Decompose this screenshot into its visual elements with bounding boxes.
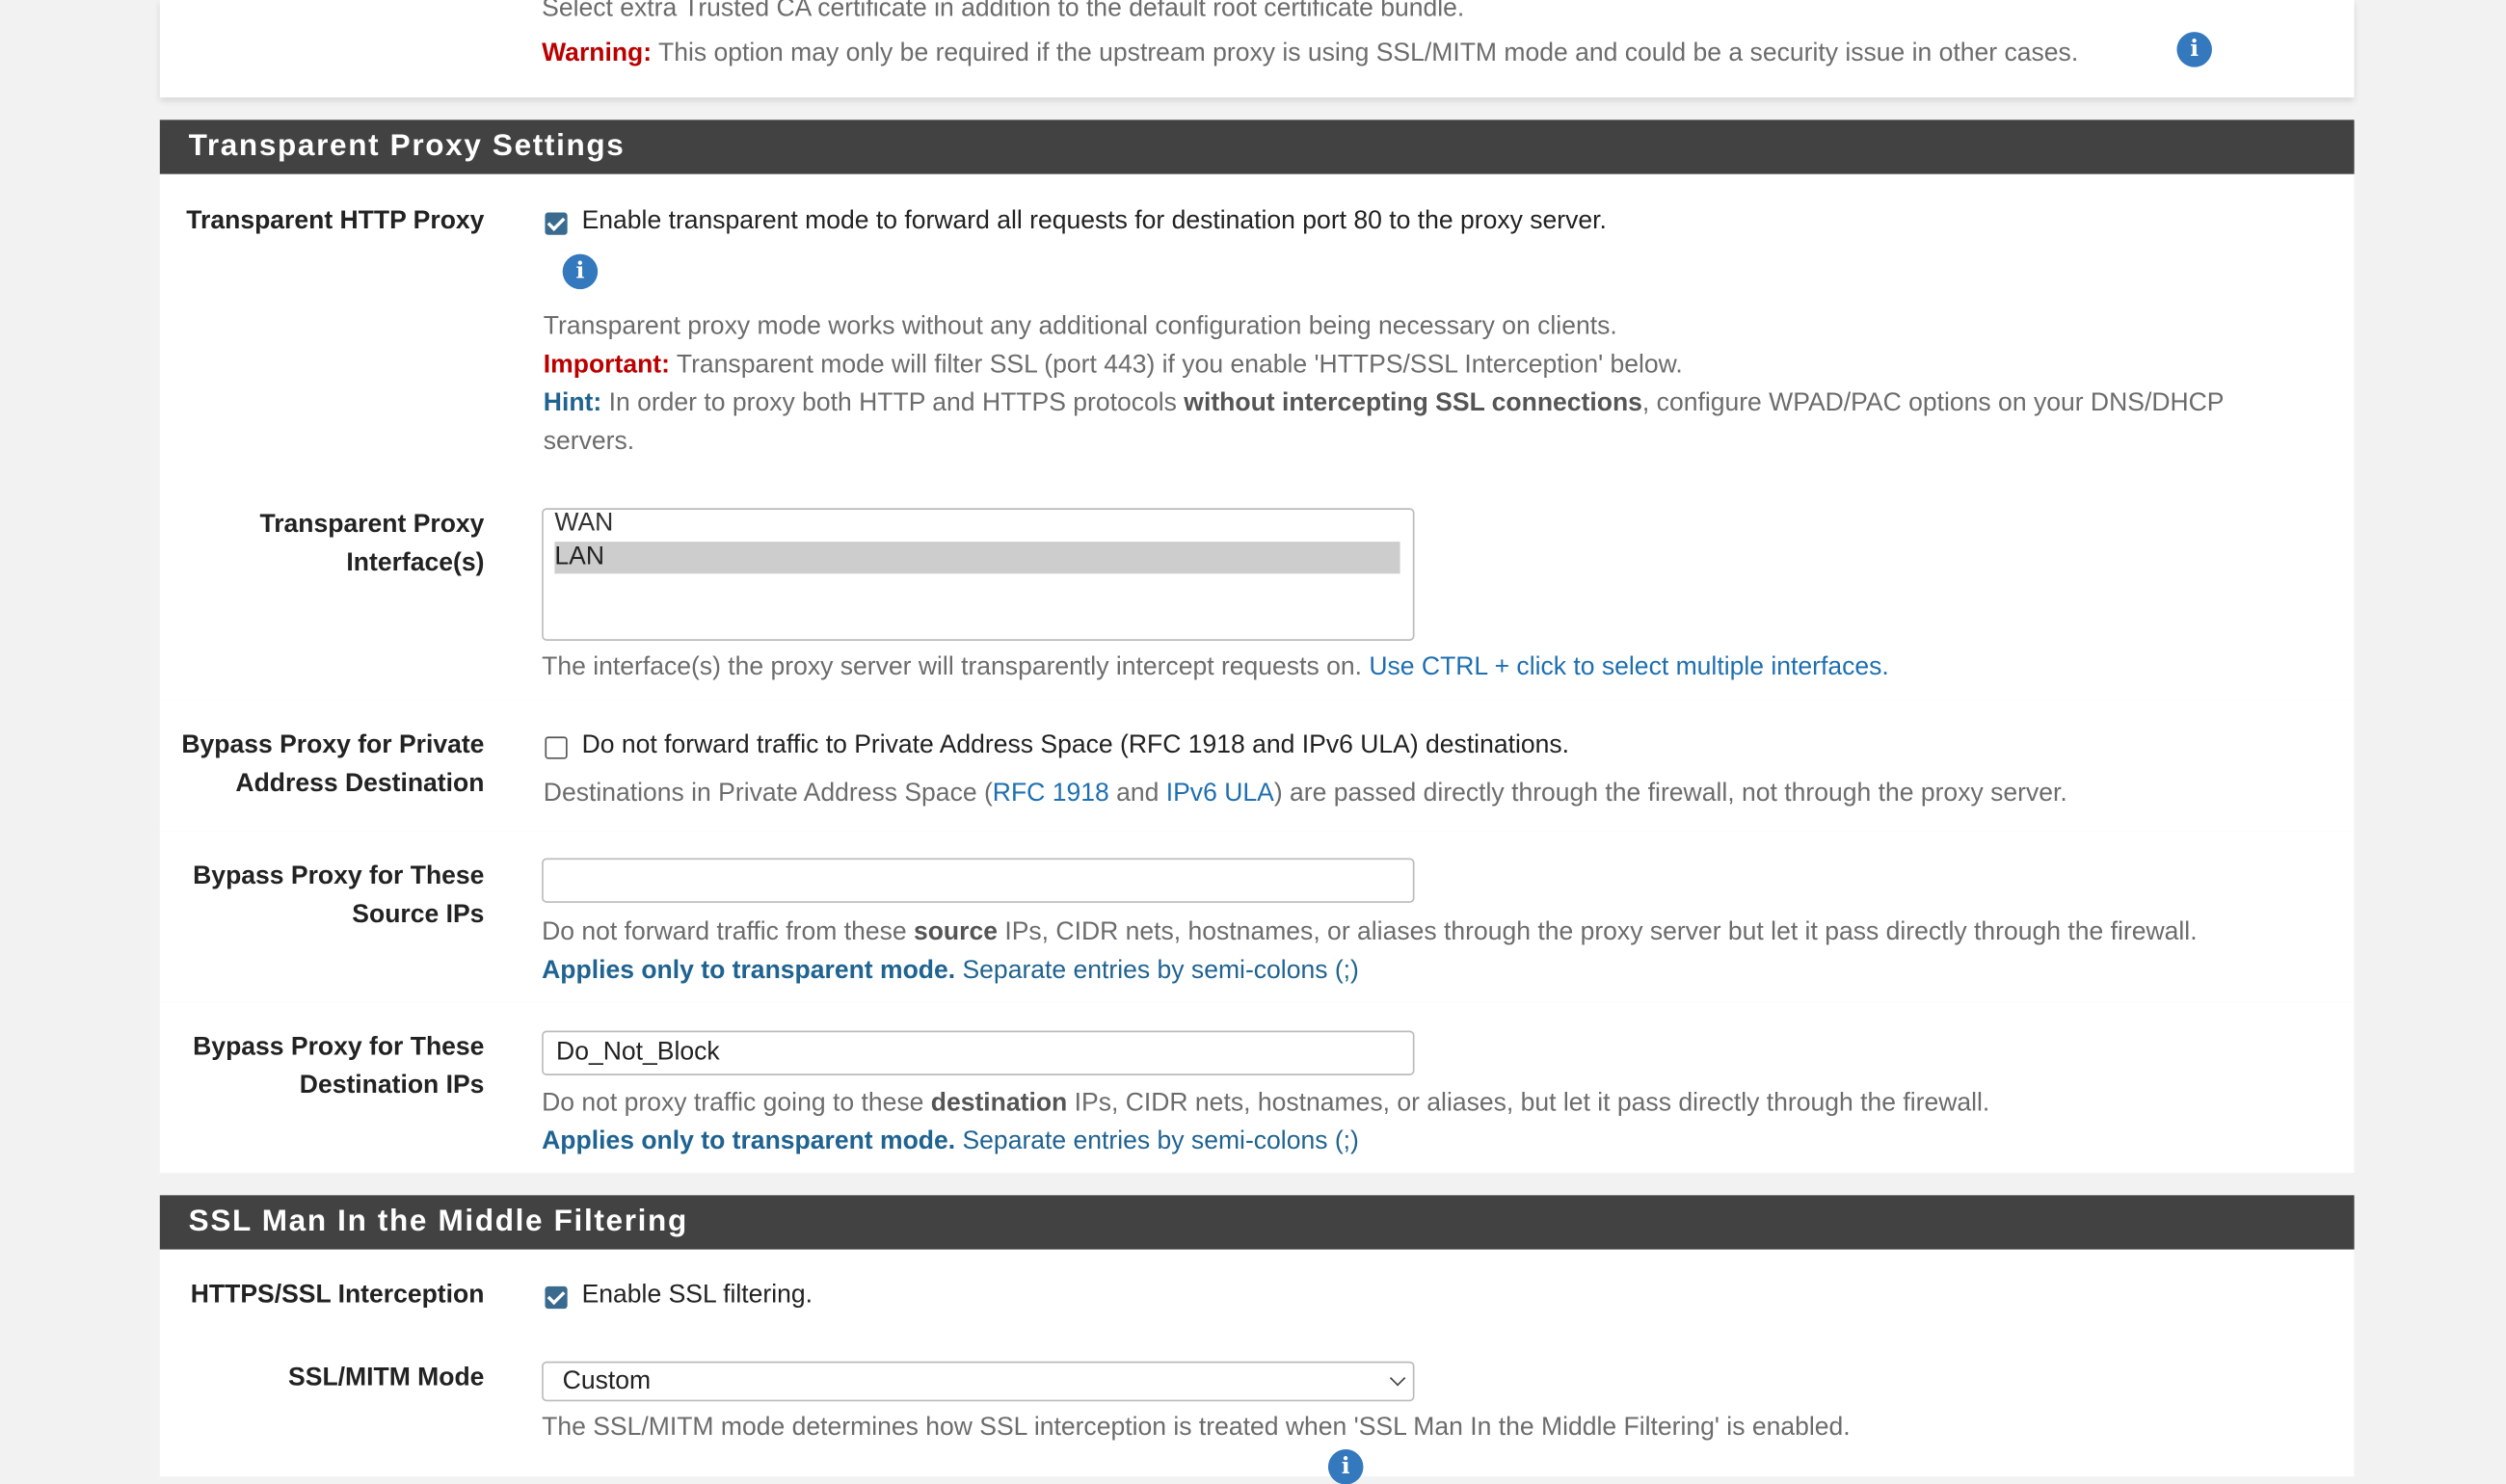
help-body: IPs, CIDR nets, hostnames, or aliases, b…	[1067, 1089, 1990, 1118]
help-bold: destination	[930, 1089, 1068, 1118]
help-body: ) are passed directly through the firewa…	[1273, 780, 2067, 808]
help-body: Do not forward traffic from these	[542, 918, 914, 946]
ssl-interception-checkbox[interactable]	[545, 1285, 568, 1310]
field-label: Bypass Proxy for Private Address Destinat…	[160, 727, 485, 804]
field-label: Transparent Proxy Interface(s)	[160, 507, 485, 584]
row-ssl-mode: SSL/MITM Mode Custom The SSL/MITM mode d…	[159, 1332, 2355, 1484]
help-body: Destinations in Private Address Space (	[543, 780, 993, 808]
help-body: Do not proxy traffic going to these	[542, 1089, 931, 1118]
row-bypass-source: Bypass Proxy for These Source IPs Do not …	[159, 831, 2355, 1004]
previous-panel: Select extra Trusted CA certificate in a…	[159, 0, 2355, 98]
bypass-destination-input[interactable]: Do_Not_Block	[542, 1030, 1415, 1075]
checkbox-label[interactable]: Enable SSL filtering.	[582, 1277, 813, 1315]
applies-text: Applies only to transparent mode. Separa…	[542, 952, 1359, 991]
select-value: Custom	[562, 1367, 652, 1395]
help-body: The interface(s) the proxy server will t…	[542, 653, 1370, 681]
hint-text: Hint: In order to proxy both HTTP and HT…	[544, 385, 2225, 424]
help-text: The interface(s) the proxy server will t…	[542, 649, 1889, 687]
important-label: Important:	[543, 351, 670, 379]
section-header-transparent: Transparent Proxy Settings	[159, 119, 2355, 174]
chevron-down-icon	[1389, 1369, 1406, 1387]
hint-bold: without intercepting SSL connections	[1184, 389, 1642, 417]
help-text: Transparent proxy mode works without any…	[543, 313, 1617, 341]
row-ssl-interception: HTTPS/SSL Interception Enable SSL filter…	[159, 1249, 2355, 1335]
warning-text: Warning: This option may only be require…	[542, 35, 2078, 73]
label-line: Interface(s)	[346, 549, 485, 577]
important-text: Important: Transparent mode will filter …	[544, 347, 1683, 385]
interfaces-multiselect[interactable]: WAN LAN	[542, 507, 1415, 641]
ssl-mode-select[interactable]: Custom	[542, 1361, 1415, 1402]
ipv6-ula-link[interactable]: IPv6 ULA	[1166, 780, 1274, 807]
field-label: Bypass Proxy for These Destination IPs	[160, 1029, 485, 1106]
label-line: Destination IPs	[299, 1072, 485, 1100]
label-line: Source IPs	[352, 901, 485, 929]
applies-label: Applies only to transparent mode.	[542, 957, 956, 985]
bypass-private-checkbox[interactable]	[545, 736, 568, 759]
label-line: Transparent Proxy	[259, 511, 485, 539]
row-interfaces: Transparent Proxy Interface(s) WAN LAN Th…	[159, 479, 2355, 702]
input-value: Do_Not_Block	[556, 1038, 720, 1067]
separate-note: Separate entries by semi-colons (;)	[955, 957, 1359, 985]
hint-body-2: , configure WPAD/PAC options on your DNS…	[1641, 389, 2225, 417]
warning-body: This option may only be required if the …	[652, 40, 2079, 67]
applies-label: Applies only to transparent mode.	[542, 1127, 956, 1155]
label-line: Bypass Proxy for Private	[181, 731, 485, 759]
help-link[interactable]: Use CTRL + click to select multiple inte…	[1369, 653, 1888, 680]
warning-label: Warning:	[542, 40, 653, 67]
section-header-ssl: SSL Man In the Middle Filtering	[159, 1195, 2355, 1250]
field-label: HTTPS/SSL Interception	[190, 1281, 485, 1310]
field-label: Transparent HTTP Proxy	[186, 207, 485, 235]
rfc1918-link[interactable]: RFC 1918	[993, 780, 1109, 807]
help-text: Do not forward traffic from these source…	[542, 914, 2197, 952]
row-transparent-http-proxy: Transparent HTTP Proxy Enable transparen…	[159, 173, 2355, 482]
help-text: Destinations in Private Address Space (R…	[544, 775, 2067, 813]
label-line: Bypass Proxy for These	[193, 862, 485, 890]
info-circle-icon[interactable]: i	[2176, 32, 2212, 67]
transparent-http-proxy-checkbox[interactable]	[545, 212, 568, 235]
bypass-source-input[interactable]	[542, 858, 1415, 903]
label-line: Bypass Proxy for These	[193, 1033, 485, 1062]
hint-text-cont: servers.	[543, 428, 635, 456]
hint-body: In order to proxy both HTTP and HTTPS pr…	[601, 389, 1185, 417]
help-body: and	[1108, 780, 1166, 808]
row-bypass-private: Bypass Proxy for Private Address Destinat…	[159, 700, 2355, 833]
separate-note: Separate entries by semi-colons (;)	[955, 1127, 1359, 1155]
checkbox-label[interactable]: Do not forward traffic to Private Addres…	[582, 727, 1569, 765]
applies-text: Applies only to transparent mode. Separa…	[542, 1124, 1359, 1162]
option-wan[interactable]: WAN	[554, 507, 1400, 541]
field-label: Bypass Proxy for These Source IPs	[160, 858, 485, 935]
row-bypass-destination: Bypass Proxy for These Destination IPs Do…	[159, 1001, 2355, 1174]
help-text: Do not proxy traffic going to these dest…	[542, 1085, 1989, 1124]
help-text: The SSL/MITM mode determines how SSL int…	[542, 1414, 1851, 1442]
ca-help-text: Select extra Trusted CA certificate in a…	[542, 0, 1465, 23]
info-circle-icon[interactable]: i	[1327, 1448, 1364, 1484]
field-label: SSL/MITM Mode	[288, 1365, 485, 1392]
help-body: IPs, CIDR nets, hostnames, or aliases th…	[997, 918, 2198, 946]
checkbox-label[interactable]: Enable transparent mode to forward all r…	[582, 203, 1607, 242]
option-lan[interactable]: LAN	[554, 542, 1400, 574]
help-bold: source	[913, 918, 998, 946]
label-line: Address Destination	[235, 770, 485, 798]
important-body: Transparent mode will filter SSL (port 4…	[669, 351, 1683, 379]
info-circle-icon[interactable]: i	[562, 253, 599, 290]
hint-label: Hint:	[543, 389, 602, 417]
